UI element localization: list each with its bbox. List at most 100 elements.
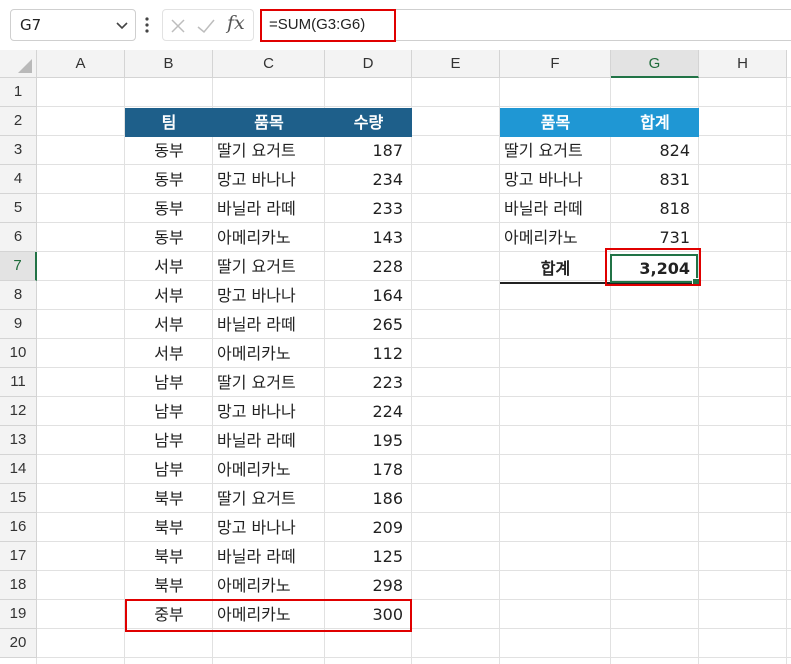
- table1-team-cell[interactable]: 남부: [125, 455, 213, 484]
- table2-total-label[interactable]: 합계: [500, 254, 611, 283]
- grid-line: [0, 106, 791, 107]
- col-header-g[interactable]: G: [611, 50, 699, 78]
- table2-item-cell[interactable]: 망고 바나나: [500, 165, 611, 194]
- table1-item-cell[interactable]: 아메리카노: [213, 339, 325, 368]
- row-header-2[interactable]: 2: [0, 107, 37, 136]
- col-header-a[interactable]: A: [37, 50, 125, 78]
- table1-qty-cell[interactable]: 209: [325, 513, 412, 542]
- table1-item-cell[interactable]: 망고 바나나: [213, 165, 325, 194]
- table2-total-cell[interactable]: 831: [611, 165, 699, 194]
- table1-team-cell[interactable]: 서부: [125, 339, 213, 368]
- table1-item-cell[interactable]: 딸기 요거트: [213, 252, 325, 281]
- table2-item-cell[interactable]: 아메리카노: [500, 223, 611, 252]
- row-header-11[interactable]: 11: [0, 368, 37, 397]
- table2-header-item[interactable]: 품목: [500, 108, 611, 137]
- col-header-b[interactable]: B: [125, 50, 213, 78]
- table1-item-cell[interactable]: 아메리카노: [213, 223, 325, 252]
- table2-item-cell[interactable]: 딸기 요거트: [500, 136, 611, 165]
- table2-header-total[interactable]: 합계: [611, 108, 699, 137]
- table1-qty-cell[interactable]: 223: [325, 368, 412, 397]
- row-header-10[interactable]: 10: [0, 339, 37, 368]
- table1-qty-cell[interactable]: 298: [325, 571, 412, 600]
- table1-qty-cell[interactable]: 125: [325, 542, 412, 571]
- table1-team-cell[interactable]: 동부: [125, 223, 213, 252]
- table1-item-cell[interactable]: 바닐라 라떼: [213, 426, 325, 455]
- col-header-d[interactable]: D: [325, 50, 412, 78]
- name-box-value: G7: [20, 16, 42, 34]
- table1-item-cell[interactable]: 딸기 요거트: [213, 136, 325, 165]
- col-header-c[interactable]: C: [213, 50, 325, 78]
- cancel-icon[interactable]: [167, 15, 189, 37]
- row-header-18[interactable]: 18: [0, 571, 37, 600]
- row-header-20[interactable]: 20: [0, 629, 37, 658]
- row-header-17[interactable]: 17: [0, 542, 37, 571]
- enter-check-icon[interactable]: [195, 15, 217, 37]
- col-header-f[interactable]: F: [500, 50, 611, 78]
- table2-total-cell[interactable]: 824: [611, 136, 699, 165]
- table1-team-cell[interactable]: 남부: [125, 397, 213, 426]
- table1-qty-cell[interactable]: 112: [325, 339, 412, 368]
- table1-team-cell[interactable]: 북부: [125, 484, 213, 513]
- table1-team-cell[interactable]: 동부: [125, 136, 213, 165]
- col-header-h[interactable]: H: [699, 50, 787, 78]
- table1-item-cell[interactable]: 망고 바나나: [213, 513, 325, 542]
- chevron-down-icon[interactable]: [115, 17, 129, 33]
- row-header-19[interactable]: 19: [0, 600, 37, 629]
- row-header-3[interactable]: 3: [0, 136, 37, 165]
- table1-team-cell[interactable]: 동부: [125, 165, 213, 194]
- table1-qty-cell[interactable]: 265: [325, 310, 412, 339]
- table1-team-cell[interactable]: 북부: [125, 571, 213, 600]
- row-header-13[interactable]: 13: [0, 426, 37, 455]
- table1-item-cell[interactable]: 망고 바나나: [213, 281, 325, 310]
- table1-item-cell[interactable]: 바닐라 라떼: [213, 310, 325, 339]
- table1-team-cell[interactable]: 북부: [125, 542, 213, 571]
- table1-header-item[interactable]: 품목: [213, 108, 325, 137]
- table1-team-cell[interactable]: 서부: [125, 252, 213, 281]
- table1-team-cell[interactable]: 남부: [125, 426, 213, 455]
- table1-team-cell[interactable]: 서부: [125, 281, 213, 310]
- table1-header-qty[interactable]: 수량: [325, 108, 412, 137]
- table1-team-cell[interactable]: 남부: [125, 368, 213, 397]
- table1-item-cell[interactable]: 바닐라 라떼: [213, 542, 325, 571]
- row-header-15[interactable]: 15: [0, 484, 37, 513]
- table1-item-cell[interactable]: 아메리카노: [213, 571, 325, 600]
- more-options-icon[interactable]: [145, 17, 149, 33]
- row-header-14[interactable]: 14: [0, 455, 37, 484]
- row-header-5[interactable]: 5: [0, 194, 37, 223]
- row-header-7[interactable]: 7: [0, 252, 37, 281]
- table1-qty-cell[interactable]: 224: [325, 397, 412, 426]
- row-header-6[interactable]: 6: [0, 223, 37, 252]
- table1-item-cell[interactable]: 아메리카노: [213, 455, 325, 484]
- table1-qty-cell[interactable]: 234: [325, 165, 412, 194]
- select-all-corner[interactable]: [0, 50, 37, 78]
- table1-qty-cell[interactable]: 228: [325, 252, 412, 281]
- table1-qty-cell[interactable]: 186: [325, 484, 412, 513]
- table1-item-cell[interactable]: 바닐라 라떼: [213, 194, 325, 223]
- table1-team-cell[interactable]: 동부: [125, 194, 213, 223]
- table1-qty-cell[interactable]: 233: [325, 194, 412, 223]
- col-header-e[interactable]: E: [412, 50, 500, 78]
- table1-qty-cell[interactable]: 195: [325, 426, 412, 455]
- table2-total-cell[interactable]: 818: [611, 194, 699, 223]
- table1-item-cell[interactable]: 딸기 요거트: [213, 368, 325, 397]
- table1-qty-cell[interactable]: 164: [325, 281, 412, 310]
- table1-qty-cell[interactable]: 187: [325, 136, 412, 165]
- table1-header-team[interactable]: 팀: [125, 108, 213, 137]
- row-header-16[interactable]: 16: [0, 513, 37, 542]
- formula-highlight-box: [260, 9, 396, 42]
- name-box[interactable]: G7: [10, 9, 136, 41]
- row-header-4[interactable]: 4: [0, 165, 37, 194]
- insert-function-icon[interactable]: fx: [227, 12, 245, 34]
- row-header-1[interactable]: 1: [0, 78, 37, 107]
- table1-qty-cell[interactable]: 178: [325, 455, 412, 484]
- table1-item-cell[interactable]: 딸기 요거트: [213, 484, 325, 513]
- table1-item-cell[interactable]: 망고 바나나: [213, 397, 325, 426]
- row-header-9[interactable]: 9: [0, 310, 37, 339]
- row-header-12[interactable]: 12: [0, 397, 37, 426]
- table1-qty-cell[interactable]: 143: [325, 223, 412, 252]
- table2-item-cell[interactable]: 바닐라 라떼: [500, 194, 611, 223]
- table1-team-cell[interactable]: 북부: [125, 513, 213, 542]
- table1-team-cell[interactable]: 서부: [125, 310, 213, 339]
- row19-highlight-box: [125, 599, 412, 632]
- row-header-8[interactable]: 8: [0, 281, 37, 310]
